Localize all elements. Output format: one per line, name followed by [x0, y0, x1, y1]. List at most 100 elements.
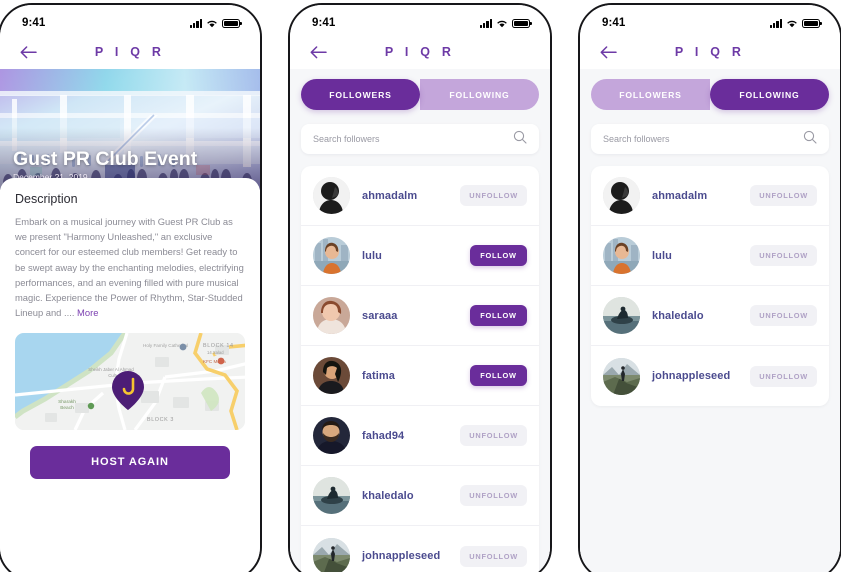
status-time: 9:41	[22, 17, 46, 29]
user-row[interactable]: fatima FOLLOW	[301, 346, 539, 406]
search-input[interactable]	[313, 134, 513, 144]
followers-following-tabs: FOLLOWERS FOLLOWING	[301, 79, 539, 110]
event-title: Gust PR Club Event	[13, 147, 198, 170]
host-again-button[interactable]: HOST AGAIN	[30, 445, 230, 479]
screen-following: 9:41 P I Q R FOLLOWERS FOLLOWING Search …	[580, 5, 840, 572]
svg-text:BLOCK 3: BLOCK 3	[147, 417, 174, 423]
user-row[interactable]: ahmadalm UNFOLLOW	[591, 166, 829, 226]
back-arrow-icon[interactable]	[18, 42, 38, 62]
unfollow-button[interactable]: UNFOLLOW	[750, 305, 817, 326]
svg-text:BLOCK 14: BLOCK 14	[203, 343, 234, 349]
nav-bar: P I Q R	[580, 35, 840, 69]
wifi-icon	[206, 19, 218, 28]
screenshot-root: 9:41 P I Q R Gust PR Club Event December…	[0, 0, 841, 572]
tab-followers[interactable]: FOLLOWERS	[591, 79, 710, 110]
search-input[interactable]	[603, 134, 803, 144]
status-bar: 9:41	[580, 5, 840, 35]
avatar	[603, 297, 640, 334]
search-bar[interactable]	[591, 124, 829, 154]
follow-button[interactable]: FOLLOW	[470, 365, 527, 386]
status-bar: 9:41	[0, 5, 260, 35]
search-bar[interactable]	[301, 124, 539, 154]
status-icons	[769, 18, 822, 28]
battery-icon	[222, 18, 242, 28]
user-row[interactable]: ahmadalm UNFOLLOW	[301, 166, 539, 226]
tab-following[interactable]: FOLLOWING	[710, 79, 829, 110]
event-location-map[interactable]: Holy Family Cathedral BLOCK 14 14 Salad …	[15, 332, 245, 430]
read-more-link[interactable]: More	[77, 307, 98, 318]
user-row[interactable]: johnappleseed UNFOLLOW	[591, 346, 829, 406]
back-arrow-icon[interactable]	[598, 42, 618, 62]
avatar	[313, 477, 350, 514]
event-hero-image: Gust PR Club Event December 21, 2019	[0, 69, 260, 190]
followers-following-tabs: FOLLOWERS FOLLOWING	[591, 79, 829, 110]
following-list: ahmadalm UNFOLLOW lulu UNFOLLOW khaledalo UNF…	[591, 166, 829, 406]
user-row[interactable]: lulu FOLLOW	[301, 226, 539, 286]
back-arrow-icon[interactable]	[308, 42, 328, 62]
user-row[interactable]: khaledalo UNFOLLOW	[591, 286, 829, 346]
unfollow-button[interactable]: UNFOLLOW	[460, 425, 527, 446]
follow-button[interactable]: FOLLOW	[470, 245, 527, 266]
signal-icon	[189, 18, 202, 28]
phone-mockup-1: 9:41 P I Q R Gust PR Club Event December…	[0, 3, 262, 572]
unfollow-button[interactable]: UNFOLLOW	[460, 185, 527, 206]
user-row[interactable]: johnappleseed UNFOLLOW	[301, 526, 539, 572]
cta-container: HOST AGAIN	[15, 430, 245, 479]
wifi-icon	[786, 19, 798, 28]
unfollow-button[interactable]: UNFOLLOW	[460, 485, 527, 506]
description-body: Embark on a musical journey with Guest P…	[15, 216, 244, 319]
svg-text:14 Salad: 14 Salad	[207, 350, 224, 355]
status-icons	[189, 18, 242, 28]
battery-icon	[802, 18, 822, 28]
status-icons	[479, 18, 532, 28]
tab-followers[interactable]: FOLLOWERS	[301, 79, 420, 110]
search-icon[interactable]	[513, 130, 527, 149]
status-time: 9:41	[602, 17, 626, 29]
username-label: fatima	[362, 369, 395, 382]
user-row[interactable]: fahad94 UNFOLLOW	[301, 406, 539, 466]
unfollow-button[interactable]: UNFOLLOW	[460, 545, 527, 567]
wifi-icon	[496, 19, 508, 28]
username-label: lulu	[652, 249, 672, 262]
avatar	[313, 537, 350, 572]
app-logo: P I Q R	[94, 45, 166, 59]
username-label: saraaa	[362, 309, 398, 322]
username-label: johnappleseed	[652, 370, 731, 382]
unfollow-button[interactable]: UNFOLLOW	[750, 185, 817, 206]
nav-bar: P I Q R	[290, 35, 550, 69]
battery-icon	[512, 18, 532, 28]
avatar	[313, 297, 350, 334]
username-label: khaledalo	[362, 489, 414, 502]
tab-following[interactable]: FOLLOWING	[420, 79, 539, 110]
avatar	[313, 417, 350, 454]
username-label: ahmadalm	[652, 189, 708, 202]
app-logo: P I Q R	[384, 45, 456, 59]
status-bar: 9:41	[290, 5, 550, 35]
unfollow-button[interactable]: UNFOLLOW	[750, 365, 817, 387]
svg-text:Beach: Beach	[60, 405, 74, 411]
username-label: ahmadalm	[362, 189, 418, 202]
user-row[interactable]: saraaa FOLLOW	[301, 286, 539, 346]
avatar	[603, 357, 640, 395]
unfollow-button[interactable]: UNFOLLOW	[750, 245, 817, 266]
app-logo: P I Q R	[674, 45, 746, 59]
status-time: 9:41	[312, 17, 336, 29]
avatar	[313, 177, 350, 214]
avatar	[313, 237, 350, 274]
phone-mockup-2: 9:41 P I Q R FOLLOWERS FOLLOWING Search …	[288, 3, 552, 572]
description-text: Embark on a musical journey with Guest P…	[15, 214, 245, 321]
avatar	[313, 357, 350, 394]
svg-text:Sharakh: Sharakh	[58, 399, 76, 405]
user-row[interactable]: lulu UNFOLLOW	[591, 226, 829, 286]
event-content-card: Description Embark on a musical journey …	[0, 178, 260, 479]
screen-event-detail: 9:41 P I Q R Gust PR Club Event December…	[0, 5, 260, 572]
hero-text-block: Gust PR Club Event December 21, 2019	[13, 147, 198, 182]
user-row[interactable]: khaledalo UNFOLLOW	[301, 466, 539, 526]
nav-bar: P I Q R	[0, 35, 260, 69]
follow-button[interactable]: FOLLOW	[470, 305, 527, 326]
username-label: lulu	[362, 249, 382, 262]
avatar	[603, 177, 640, 214]
followers-list: ahmadalm UNFOLLOW lulu FOLLOW saraaa FOLLOW fa…	[301, 166, 539, 572]
search-icon[interactable]	[803, 130, 817, 149]
username-label: fahad94	[362, 429, 405, 442]
